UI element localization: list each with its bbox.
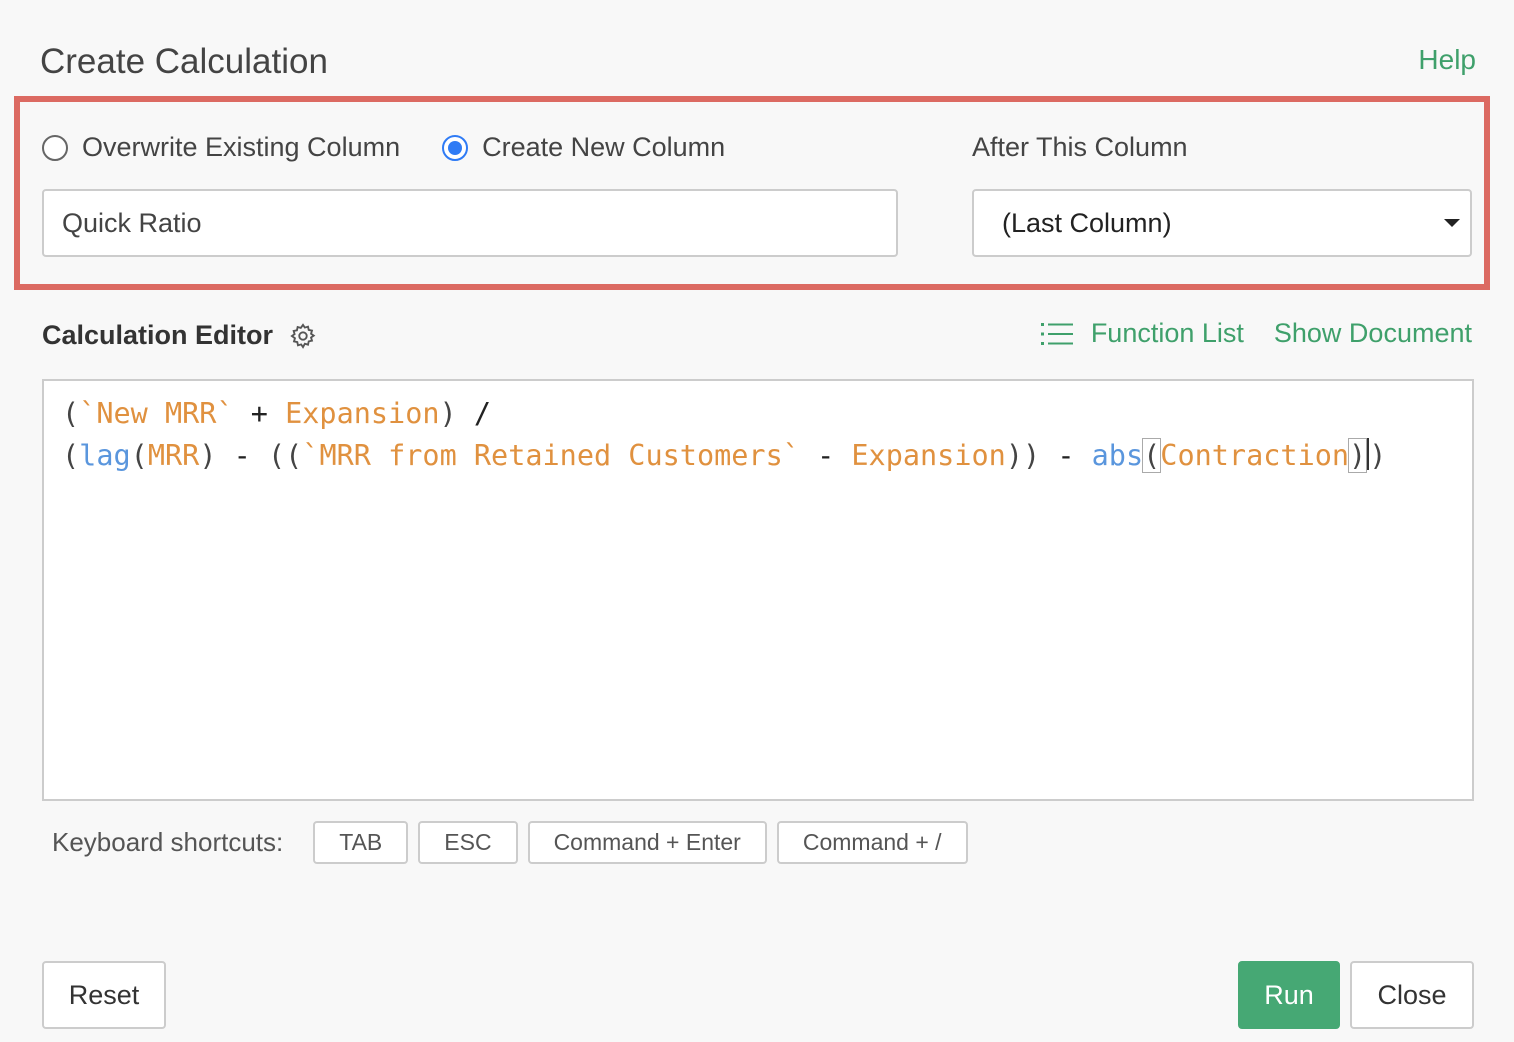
- code-token: ((: [267, 439, 303, 472]
- code-token: Expansion: [851, 439, 1006, 472]
- code-token: (: [1142, 438, 1162, 473]
- code-token: ): [1348, 438, 1368, 473]
- code-token: Expansion: [285, 397, 440, 430]
- keyboard-shortcuts-bar: Keyboard shortcuts: TAB ESC Command + En…: [52, 821, 978, 864]
- code-token: -: [799, 439, 852, 472]
- shortcut-key-esc: ESC: [418, 821, 518, 864]
- code-token: +: [233, 397, 286, 430]
- code-token: `MRR from Retained Customers`: [302, 439, 800, 472]
- code-token: (: [62, 397, 80, 430]
- code-token: -: [233, 439, 268, 472]
- show-document-label: Show Document: [1273, 318, 1472, 348]
- function-list-link[interactable]: Function List: [1040, 318, 1244, 349]
- code-token: -: [1057, 439, 1092, 472]
- close-button[interactable]: Close: [1350, 961, 1474, 1029]
- shortcut-key-command-slash: Command + /: [776, 821, 968, 864]
- code-token: )): [1005, 439, 1058, 472]
- dialog-title: Create Calculation: [40, 42, 328, 81]
- code-token: lag: [79, 439, 131, 472]
- code-line: (`New MRR` + Expansion) /: [62, 393, 1454, 435]
- code-token: (: [62, 439, 80, 472]
- calculation-editor-label: Calculation Editor: [42, 320, 274, 350]
- shortcut-key-command-enter: Command + Enter: [527, 821, 767, 864]
- gear-icon[interactable]: [289, 322, 317, 350]
- run-button[interactable]: Run: [1238, 961, 1340, 1029]
- reset-button[interactable]: Reset: [42, 961, 166, 1029]
- new-column-name-input[interactable]: [42, 189, 898, 257]
- code-editor[interactable]: (`New MRR` + Expansion) / (lag(MRR) - ((`…: [42, 379, 1474, 801]
- code-token: Contraction: [1160, 439, 1350, 472]
- create-new-radio-label: Create New Column: [482, 132, 726, 162]
- code-token: ): [439, 397, 474, 430]
- code-line: (lag(MRR) - ((`MRR from Retained Custome…: [62, 435, 1454, 477]
- show-document-link[interactable]: Show Document: [1274, 318, 1472, 349]
- overwrite-radio-button[interactable]: [42, 134, 68, 161]
- editor-links: Function List Show Document: [1040, 318, 1472, 349]
- after-this-column-label: After This Column: [972, 132, 1188, 162]
- keyboard-shortcuts-label: Keyboard shortcuts:: [52, 827, 284, 857]
- column-mode-radio-group: Overwrite Existing Column Create New Col…: [42, 132, 725, 163]
- code-token: MRR: [147, 439, 200, 472]
- overwrite-radio-label: Overwrite Existing Column: [82, 132, 401, 162]
- create-new-column-option[interactable]: Create New Column: [442, 132, 725, 163]
- create-new-radio-button[interactable]: [442, 134, 469, 161]
- code-token: `New MRR`: [79, 397, 234, 430]
- after-column-select[interactable]: (Last Column): [972, 189, 1472, 257]
- help-link[interactable]: Help: [1418, 44, 1476, 76]
- code-token: (: [130, 439, 148, 472]
- code-token: /: [473, 397, 492, 430]
- shortcut-key-tab: TAB: [313, 821, 409, 864]
- code-token: abs: [1091, 439, 1144, 472]
- after-column-selected-value: (Last Column): [1002, 207, 1172, 238]
- function-list-label: Function List: [1090, 318, 1244, 348]
- code-token: ): [199, 439, 234, 472]
- overwrite-existing-column-option[interactable]: Overwrite Existing Column: [42, 132, 400, 163]
- list-icon: [1040, 322, 1073, 345]
- code-token: ): [1369, 439, 1387, 472]
- calculation-editor-heading: Calculation Editor: [42, 320, 317, 351]
- dropdown-caret-icon: [1444, 219, 1460, 227]
